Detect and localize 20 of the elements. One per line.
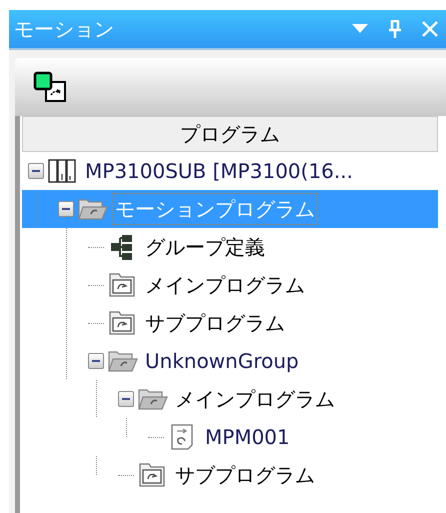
program-toolbar-icon[interactable] xyxy=(33,71,67,103)
controller-rack-icon xyxy=(48,158,78,184)
dropdown-icon[interactable] xyxy=(352,24,368,34)
column-header[interactable]: プログラム xyxy=(22,116,438,152)
tree-item-label: MP3100SUB [MP3100(16... xyxy=(84,158,354,185)
panel-title: モーション xyxy=(14,16,115,43)
tree-item-label: グループ定義 xyxy=(144,234,266,261)
tree-item-label: UnknownGroup xyxy=(144,348,300,375)
tree-item-label: メインプログラム xyxy=(174,386,336,413)
tree-item-label: メインプログラム xyxy=(144,272,306,299)
collapse-toggle[interactable] xyxy=(118,391,134,407)
collapse-toggle[interactable] xyxy=(28,163,44,179)
pin-icon[interactable] xyxy=(388,20,402,38)
tree-item-label: MPM001 xyxy=(204,424,291,451)
tree-item-label: モーションプログラム xyxy=(112,193,318,225)
tree-item-label: サブプログラム xyxy=(144,310,286,337)
tree-item-label: サブプログラム xyxy=(174,462,316,489)
close-icon[interactable] xyxy=(422,21,438,37)
collapse-toggle[interactable] xyxy=(88,353,104,369)
collapse-toggle[interactable] xyxy=(58,201,74,217)
